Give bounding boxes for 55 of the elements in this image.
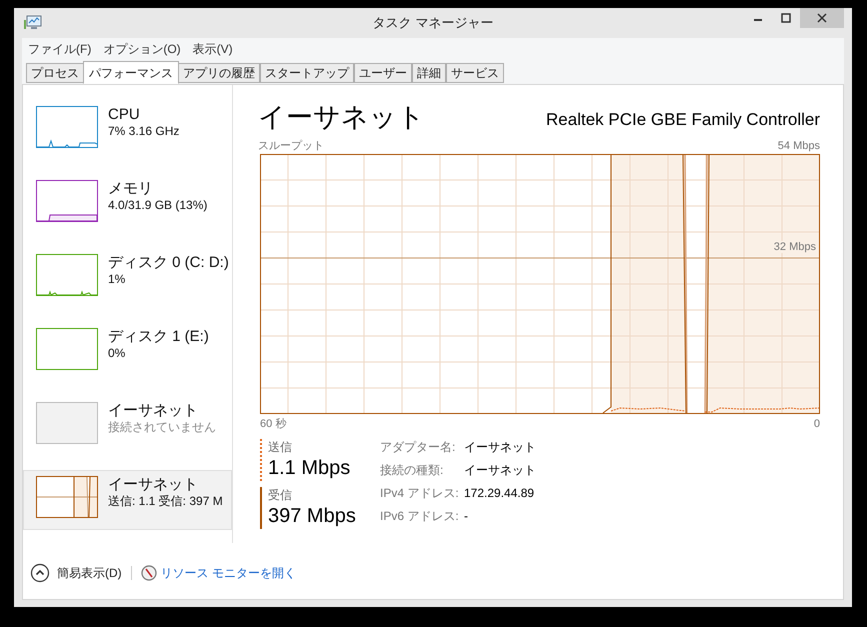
item-subtitle: 4.0/31.9 GB (13%) bbox=[108, 198, 208, 213]
tab[interactable]: アプリの履歴 bbox=[178, 63, 260, 83]
gauge-icon bbox=[140, 565, 157, 581]
stat-value: 397 Mbps bbox=[268, 504, 357, 529]
item-subtitle: 0% bbox=[108, 346, 126, 361]
item-subtitle: 7% 3.16 GHz bbox=[108, 124, 180, 139]
close-button[interactable] bbox=[800, 8, 844, 28]
menu-item[interactable]: オプション(O) bbox=[103, 40, 181, 58]
resource-monitor-link[interactable]: リソース モニターを開く bbox=[140, 564, 296, 582]
tab[interactable]: ユーザー bbox=[354, 63, 412, 83]
property-value: - bbox=[464, 508, 469, 525]
window-title: タスク マネージャー bbox=[372, 14, 494, 32]
sidebar-item[interactable]: CPU 7% 3.16 GHz bbox=[23, 100, 232, 160]
sidebar-item[interactable]: メモリ 4.0/31.9 GB (13%) bbox=[23, 174, 232, 234]
stat-value: 1.1 Mbps bbox=[268, 456, 352, 481]
monitor-icon bbox=[24, 15, 42, 31]
menu-item[interactable]: 表示(V) bbox=[192, 40, 233, 58]
tab[interactable]: パフォーマンス bbox=[83, 61, 179, 84]
item-subtitle: 1% bbox=[108, 272, 126, 287]
tab[interactable]: 詳細 bbox=[412, 63, 446, 83]
time-span-label: 60 秒 bbox=[260, 417, 286, 431]
item-subtitle: 接続されていません bbox=[108, 420, 216, 435]
property-name: アダプター名: bbox=[380, 439, 456, 456]
item-title: CPU bbox=[108, 105, 141, 124]
item-title: メモリ bbox=[108, 179, 154, 198]
tab[interactable]: サービス bbox=[446, 63, 504, 83]
property-name: 接続の種類: bbox=[380, 462, 444, 479]
graph-max-label: 54 Mbps bbox=[778, 139, 820, 153]
fewer-details-button[interactable]: 簡易表示(D) bbox=[30, 563, 122, 583]
adapter-name: Realtek PCIe GBE Family Controller bbox=[546, 108, 820, 130]
item-title: ディスク 1 (E:) bbox=[108, 327, 209, 346]
property-name: IPv4 アドレス: bbox=[380, 485, 460, 502]
menu-item[interactable]: ファイル(F) bbox=[28, 40, 92, 58]
stat-label: 受信 bbox=[268, 487, 293, 503]
property-value: イーサネット bbox=[464, 439, 536, 456]
maximize-icon bbox=[781, 13, 791, 23]
sidebar-item[interactable]: ディスク 1 (E:) 0% bbox=[23, 322, 232, 382]
item-subtitle: 送信: 1.1 受信: 397 M bbox=[108, 494, 223, 509]
graph-mid-label: 32 Mbps bbox=[774, 241, 816, 253]
property-value: 172.29.44.89 bbox=[464, 485, 536, 502]
tab[interactable]: スタートアップ bbox=[260, 63, 354, 83]
tab[interactable]: プロセス bbox=[26, 63, 84, 83]
property-value: イーサネット bbox=[464, 462, 536, 479]
graph-label: スループット bbox=[258, 139, 324, 153]
sidebar-item[interactable]: ディスク 0 (C: D:) 1% bbox=[23, 248, 232, 308]
close-icon bbox=[817, 13, 827, 23]
item-title: イーサネット bbox=[108, 401, 199, 420]
chevron-up-icon bbox=[30, 563, 50, 583]
stat-label: 送信 bbox=[268, 439, 293, 455]
property-name: IPv6 アドレス: bbox=[380, 508, 460, 525]
sidebar-item[interactable]: イーサネット 送信: 1.1 受信: 397 M bbox=[23, 470, 232, 530]
item-title: イーサネット bbox=[108, 475, 199, 494]
detail-title: イーサネット bbox=[258, 101, 425, 134]
item-title: ディスク 0 (C: D:) bbox=[108, 253, 229, 272]
time-end-label: 0 bbox=[814, 417, 820, 431]
